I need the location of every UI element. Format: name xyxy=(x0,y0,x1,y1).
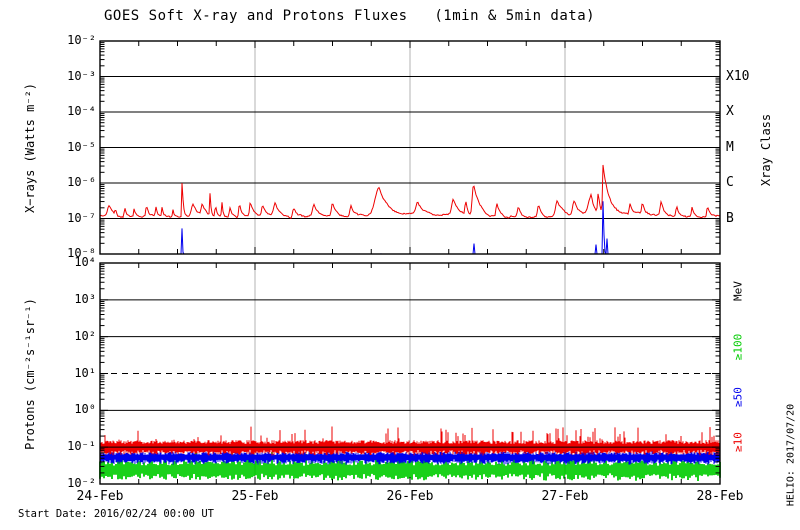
x-axis-tick-label: 27-Feb xyxy=(541,489,589,504)
xray-class-m-label: M xyxy=(726,139,734,155)
x-axis-tick-label: 26-Feb xyxy=(386,489,434,504)
xray-ytick-label: 10⁻⁶ xyxy=(67,175,96,189)
proton-threshold-label: MeV xyxy=(731,280,745,301)
proton-threshold-label: ≥100 xyxy=(731,333,745,361)
xray-ytick-label: 10⁻³ xyxy=(67,68,96,83)
proton-ytick-label: 10² xyxy=(74,328,96,343)
xray-class-x10-label: X10 xyxy=(726,68,750,84)
proton-ytick-label: 10¹ xyxy=(74,365,96,380)
proton-ytick-label: 10⁰ xyxy=(74,402,96,417)
xray-ytick-label: 10⁻⁴ xyxy=(67,104,96,118)
x-axis-tick-label: 24-Feb xyxy=(76,489,124,504)
chart-title: GOES Soft X-ray and Protons Fluxes (1min… xyxy=(104,8,596,24)
proton-ytick-label: 10⁴ xyxy=(74,255,96,269)
proton-ytick-label: 10³ xyxy=(74,291,96,306)
xray-class-axis-label: Xray Class xyxy=(759,113,773,187)
proton-threshold-label: ≥10 xyxy=(731,431,745,452)
proton-threshold-label: ≥50 xyxy=(731,387,745,408)
xray-ytick-label: 10⁻⁷ xyxy=(67,210,96,225)
x-axis-tick-label: 28-Feb xyxy=(696,489,744,504)
xray-ytick-label: 10⁻⁵ xyxy=(67,139,96,154)
xray-class-x-label: X xyxy=(726,104,734,119)
watermark-date: HELIO: 2017/07/20 xyxy=(785,403,797,507)
proton-ytick-label: 10⁻¹ xyxy=(67,439,96,454)
start-date-label: Start Date: 2016/02/24 00:00 UT xyxy=(18,508,214,520)
xray-class-b-label: B xyxy=(726,210,734,226)
goes-flux-chart: GOES Soft X-ray and Protons Fluxes (1min… xyxy=(0,0,800,530)
xray-ytick-label: 10⁻² xyxy=(67,33,96,47)
x-axis-tick-label: 25-Feb xyxy=(231,489,279,504)
xray-class-c-label: C xyxy=(726,175,734,190)
plot-canvas xyxy=(99,40,721,485)
